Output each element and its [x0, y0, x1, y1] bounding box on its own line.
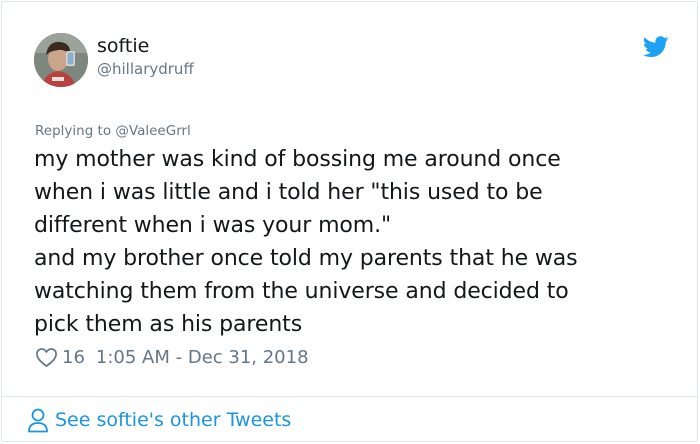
display-name[interactable]: softie [97, 35, 149, 57]
tweet-timestamp[interactable]: 1:05 AM - Dec 31, 2018 [96, 347, 309, 368]
reply-mention-link[interactable]: @ValeeGrrl [115, 123, 190, 139]
tweet-meta: 16 1:05 AM - Dec 31, 2018 [35, 344, 309, 370]
see-other-tweets-label[interactable]: See softie's other Tweets [55, 409, 291, 431]
person-outline-icon [28, 408, 48, 433]
avatar-photo [34, 33, 88, 87]
see-other-tweets-link[interactable]: See softie's other Tweets [27, 407, 291, 433]
avatar[interactable] [34, 33, 88, 87]
user-handle[interactable]: @hillarydruff [97, 60, 194, 78]
footer-divider [2, 396, 697, 397]
heart-outline-icon[interactable] [35, 346, 58, 368]
twitter-bird-icon[interactable] [643, 36, 669, 58]
tweet-card: softie @hillarydruff Replying to @ValeeG… [1, 1, 698, 442]
like-count: 16 [62, 346, 85, 368]
tweet-text: my mother was kind of bossing me around … [34, 147, 578, 337]
replying-prefix: Replying to [35, 123, 112, 139]
replying-to-line: Replying to @ValeeGrrl [35, 122, 191, 140]
